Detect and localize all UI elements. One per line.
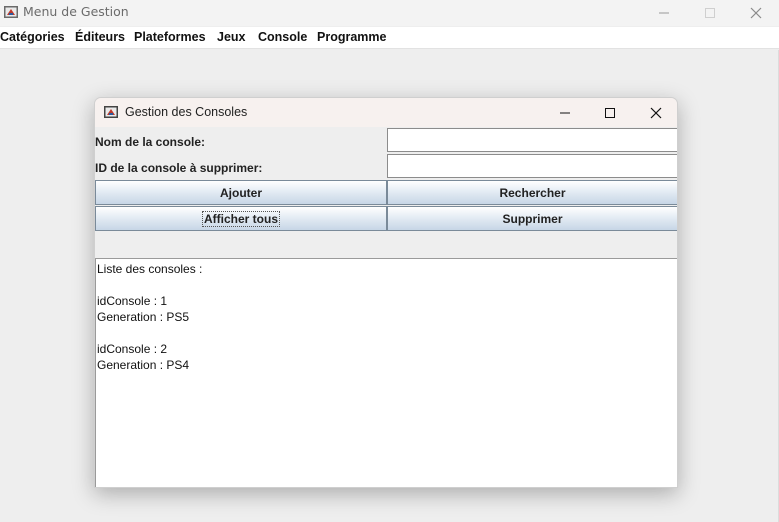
dialog-title: Gestion des Consoles bbox=[125, 105, 248, 119]
minimize-icon bbox=[659, 12, 669, 14]
dialog-title-bar: Gestion des Consoles bbox=[95, 98, 677, 127]
delete-button-label: Supprimer bbox=[502, 211, 563, 226]
main-maximize-button[interactable] bbox=[687, 0, 733, 26]
dialog-maximize-button[interactable] bbox=[587, 98, 633, 127]
add-button-label: Ajouter bbox=[220, 185, 262, 200]
main-close-button[interactable] bbox=[733, 0, 779, 26]
minimize-icon bbox=[560, 112, 570, 113]
console-name-label: Nom de la console: bbox=[95, 135, 206, 149]
menu-categories[interactable]: Catégories bbox=[0, 30, 65, 44]
menu-programme[interactable]: Programme bbox=[317, 30, 386, 44]
show-all-button[interactable]: Afficher tous bbox=[95, 206, 387, 231]
delete-id-label: ID de la console à supprimer: bbox=[95, 161, 263, 175]
dialog-minimize-button[interactable] bbox=[542, 98, 588, 127]
maximize-icon bbox=[605, 107, 615, 118]
menu-bar: Catégories Éditeurs Plateformes Jeux Con… bbox=[0, 27, 779, 49]
dialog-close-button[interactable] bbox=[633, 98, 677, 127]
search-button-label: Rechercher bbox=[499, 185, 566, 200]
main-window-title: Menu de Gestion bbox=[23, 4, 129, 19]
console-dialog: Gestion des Consoles Nom de la console: … bbox=[94, 97, 678, 488]
close-icon bbox=[750, 7, 762, 19]
menu-console[interactable]: Console bbox=[258, 30, 307, 44]
show-all-button-label: Afficher tous bbox=[201, 210, 280, 227]
console-name-input[interactable] bbox=[387, 128, 677, 152]
menu-editeurs[interactable]: Éditeurs bbox=[75, 30, 125, 44]
close-icon bbox=[650, 107, 662, 118]
main-title-bar: Menu de Gestion bbox=[0, 0, 779, 26]
menu-plateformes[interactable]: Plateformes bbox=[134, 30, 206, 44]
java-app-icon bbox=[3, 4, 19, 20]
menu-jeux[interactable]: Jeux bbox=[217, 30, 246, 44]
maximize-icon bbox=[705, 8, 715, 18]
console-list-output[interactable]: Liste des consoles : idConsole : 1 Gener… bbox=[95, 258, 677, 487]
add-button[interactable]: Ajouter bbox=[95, 180, 387, 205]
search-button[interactable]: Rechercher bbox=[387, 180, 677, 205]
delete-button[interactable]: Supprimer bbox=[387, 206, 677, 231]
main-minimize-button[interactable] bbox=[641, 0, 687, 26]
delete-id-input[interactable] bbox=[387, 154, 677, 178]
java-app-icon bbox=[103, 104, 119, 120]
